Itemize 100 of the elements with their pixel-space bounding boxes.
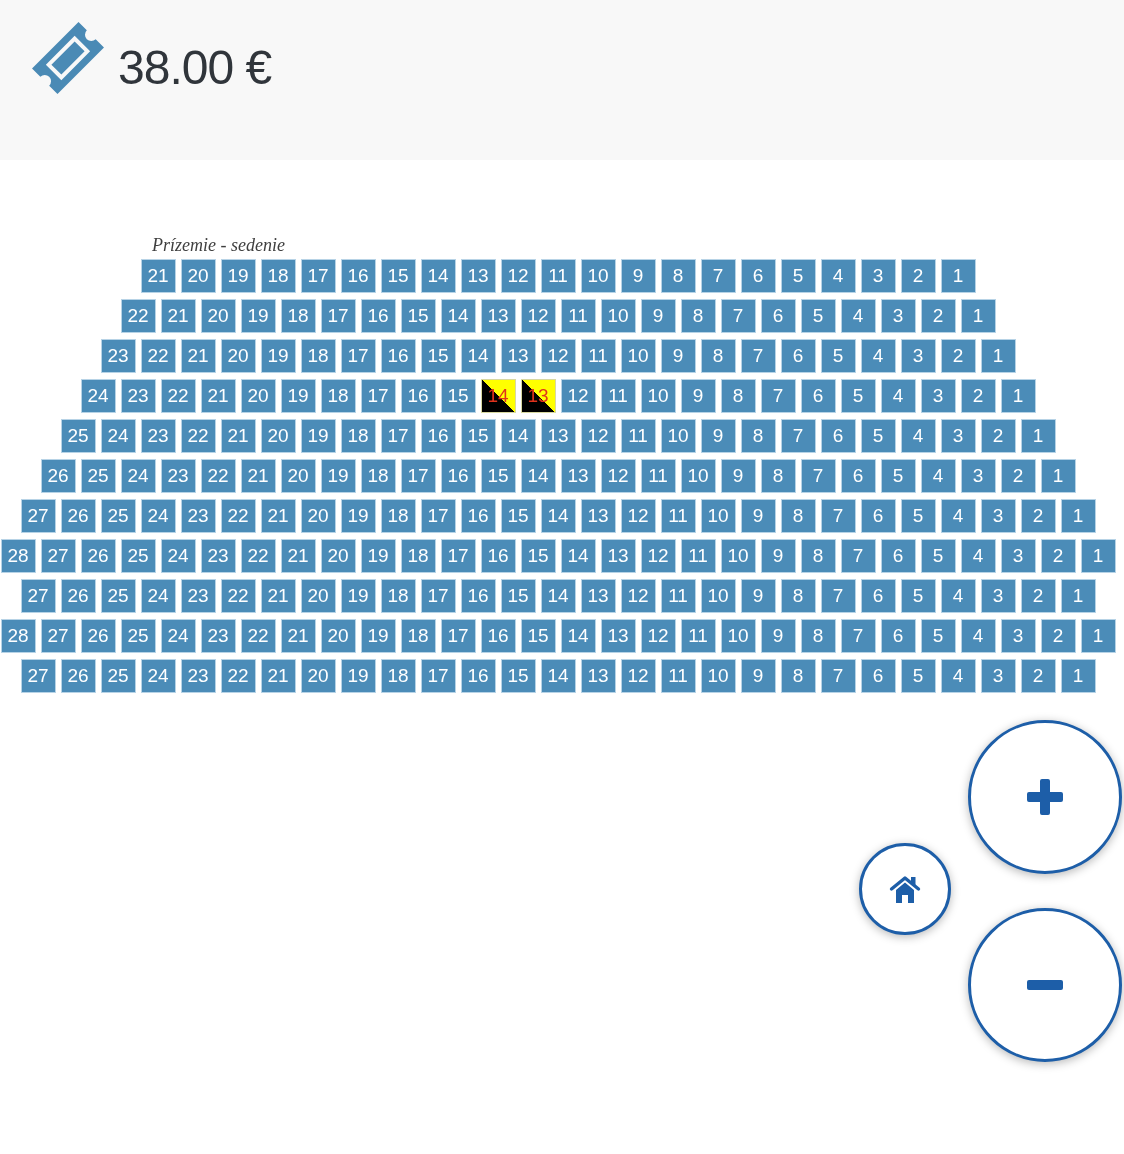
seat[interactable]: 14 [541, 580, 575, 612]
seat[interactable]: 19 [321, 460, 355, 492]
seat[interactable]: 15 [401, 300, 435, 332]
seat[interactable]: 9 [701, 420, 735, 452]
seat[interactable]: 9 [761, 620, 795, 652]
seat[interactable]: 6 [801, 380, 835, 412]
seat[interactable]: 18 [321, 380, 355, 412]
seat[interactable]: 15 [481, 460, 515, 492]
seat[interactable]: 23 [141, 420, 175, 452]
seat[interactable]: 5 [921, 620, 955, 652]
seat[interactable]: 6 [761, 300, 795, 332]
seat[interactable]: 16 [481, 620, 515, 652]
seat[interactable]: 14 [561, 540, 595, 572]
seat[interactable]: 5 [861, 420, 895, 452]
seat[interactable]: 18 [301, 340, 335, 372]
seat[interactable]: 22 [161, 380, 195, 412]
seat[interactable]: 18 [361, 460, 395, 492]
seat[interactable]: 6 [821, 420, 855, 452]
seat[interactable]: 1 [981, 340, 1015, 372]
seat[interactable]: 14 [501, 420, 535, 452]
seat[interactable]: 15 [521, 540, 555, 572]
seat[interactable]: 8 [801, 620, 835, 652]
seat[interactable]: 10 [701, 500, 735, 532]
seat[interactable]: 16 [341, 260, 375, 292]
seat[interactable]: 11 [541, 260, 575, 292]
seat[interactable]: 1 [1061, 660, 1095, 692]
seat[interactable]: 8 [741, 420, 775, 452]
seat[interactable]: 25 [101, 500, 135, 532]
seat[interactable]: 2 [1021, 500, 1055, 532]
seat[interactable]: 27 [21, 660, 55, 692]
seat[interactable]: 26 [61, 500, 95, 532]
seat[interactable]: 15 [501, 660, 535, 692]
seat[interactable]: 8 [801, 540, 835, 572]
seat[interactable]: 8 [781, 580, 815, 612]
seat[interactable]: 7 [841, 540, 875, 572]
seat[interactable]: 11 [621, 420, 655, 452]
seat[interactable]: 23 [121, 380, 155, 412]
seat[interactable]: 19 [341, 660, 375, 692]
seat[interactable]: 4 [861, 340, 895, 372]
seat[interactable]: 17 [361, 380, 395, 412]
seat[interactable]: 3 [981, 660, 1015, 692]
seat[interactable]: 17 [381, 420, 415, 452]
seat[interactable]: 25 [101, 660, 135, 692]
seat[interactable]: 3 [961, 460, 995, 492]
seat[interactable]: 8 [701, 340, 735, 372]
seat[interactable]: 9 [741, 580, 775, 612]
seat[interactable]: 28 [1, 540, 35, 572]
seat[interactable]: 14 [421, 260, 455, 292]
seat[interactable]: 21 [281, 540, 315, 572]
seat[interactable]: 11 [661, 580, 695, 612]
seat[interactable]: 12 [621, 500, 655, 532]
seat[interactable]: 3 [1001, 540, 1035, 572]
seat[interactable]: 18 [401, 620, 435, 652]
seat[interactable]: 20 [301, 660, 335, 692]
seat[interactable]: 26 [81, 620, 115, 652]
seat[interactable]: 5 [901, 580, 935, 612]
seat[interactable]: 22 [201, 460, 235, 492]
seat[interactable]: 24 [141, 660, 175, 692]
seat[interactable]: 12 [561, 380, 595, 412]
seat[interactable]: 12 [641, 540, 675, 572]
seat[interactable]: 10 [721, 540, 755, 572]
seat[interactable]: 17 [341, 340, 375, 372]
seat[interactable]: 9 [661, 340, 695, 372]
seat[interactable]: 13 [601, 540, 635, 572]
seat[interactable]: 3 [901, 340, 935, 372]
seat[interactable]: 22 [221, 660, 255, 692]
seat[interactable]: 21 [221, 420, 255, 452]
seat[interactable]: 4 [961, 620, 995, 652]
seat[interactable]: 6 [881, 620, 915, 652]
seat[interactable]: 15 [461, 420, 495, 452]
seat[interactable]: 9 [761, 540, 795, 572]
seat[interactable]: 15 [441, 380, 475, 412]
seat[interactable]: 10 [621, 340, 655, 372]
seat[interactable]: 9 [741, 500, 775, 532]
seat[interactable]: 6 [841, 460, 875, 492]
seat[interactable]: 17 [321, 300, 355, 332]
seat[interactable]: 20 [181, 260, 215, 292]
seat[interactable]: 14 [461, 340, 495, 372]
seat[interactable]: 24 [161, 620, 195, 652]
seat[interactable]: 11 [681, 540, 715, 572]
seat[interactable]: 2 [981, 420, 1015, 452]
seat[interactable]: 11 [581, 340, 615, 372]
seat[interactable]: 8 [781, 500, 815, 532]
seat[interactable]: 1 [1001, 380, 1035, 412]
seat[interactable]: 1 [1021, 420, 1055, 452]
seat[interactable]: 10 [701, 660, 735, 692]
seat[interactable]: 10 [721, 620, 755, 652]
seat[interactable]: 3 [981, 580, 1015, 612]
seat[interactable]: 21 [201, 380, 235, 412]
seat[interactable]: 14 [541, 660, 575, 692]
seat[interactable]: 23 [181, 580, 215, 612]
seat[interactable]: 13 [521, 380, 555, 412]
seat[interactable]: 4 [881, 380, 915, 412]
seat[interactable]: 23 [181, 660, 215, 692]
seat[interactable]: 20 [201, 300, 235, 332]
seat[interactable]: 12 [621, 660, 655, 692]
seat[interactable]: 15 [501, 580, 535, 612]
home-button[interactable] [859, 843, 951, 935]
seat[interactable]: 14 [521, 460, 555, 492]
seat[interactable]: 15 [521, 620, 555, 652]
